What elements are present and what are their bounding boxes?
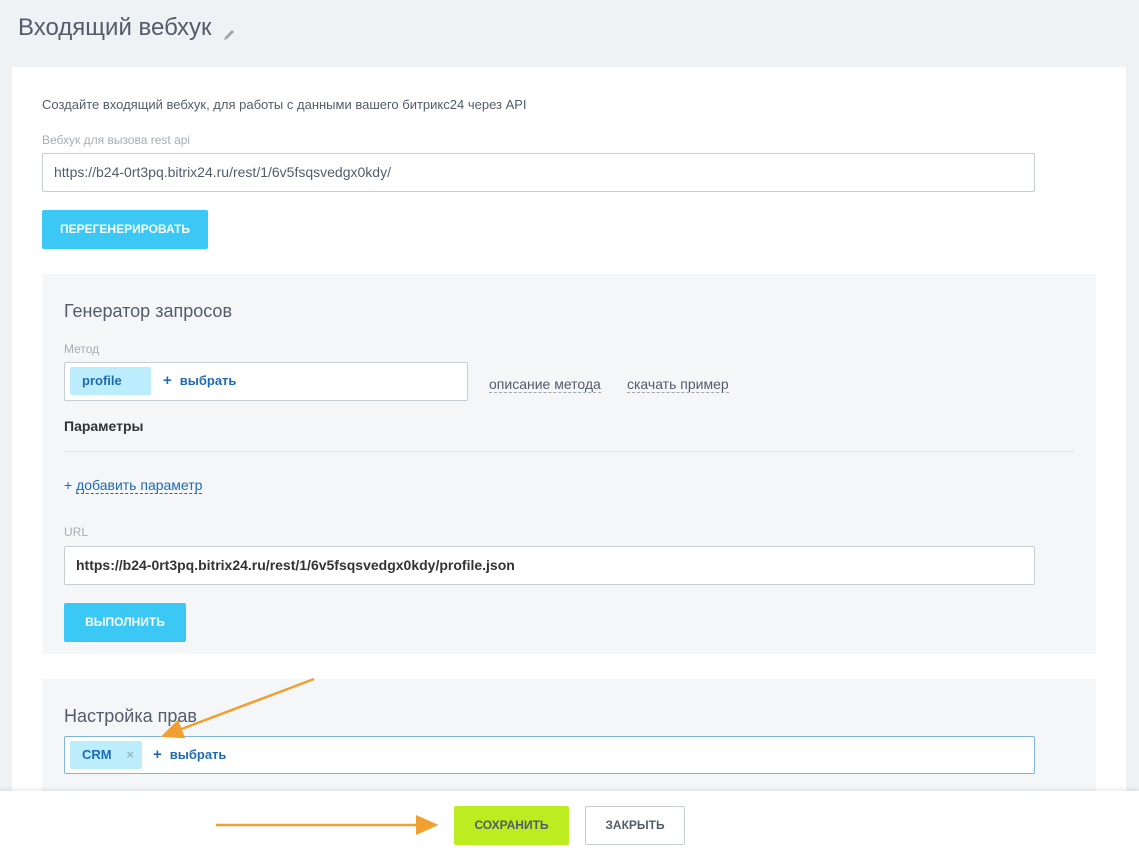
- plus-icon: +: [163, 372, 172, 389]
- request-url-input[interactable]: https://b24-0rt3pq.bitrix24.ru/rest/1/6v…: [64, 546, 1035, 585]
- rights-select-link[interactable]: + выбрать: [153, 741, 226, 769]
- request-generator-panel: Генератор запросов Метод profile + выбрат…: [42, 274, 1096, 654]
- page-title-text: Входящий вебхук: [18, 14, 212, 41]
- method-tag: profile: [70, 367, 151, 395]
- url-label: URL: [64, 525, 89, 539]
- webhook-url-input[interactable]: https://b24-0rt3pq.bitrix24.ru/rest/1/6v…: [42, 153, 1035, 192]
- plus-icon: +: [153, 746, 162, 763]
- rights-select-label: выбрать: [169, 747, 227, 762]
- download-example-link[interactable]: скачать пример: [627, 376, 729, 393]
- method-select-label: выбрать: [179, 373, 237, 388]
- close-button[interactable]: ЗАКРЫТЬ: [585, 806, 685, 845]
- method-description-link[interactable]: описание метода: [489, 376, 601, 393]
- method-select-link[interactable]: + выбрать: [163, 367, 236, 395]
- method-tag-label: profile: [82, 373, 122, 388]
- generator-title: Генератор запросов: [64, 301, 233, 321]
- regenerate-button[interactable]: ПЕРЕГЕНЕРИРОВАТЬ: [42, 210, 208, 249]
- footer-bar: СОХРАНИТЬ ЗАКРЫТЬ: [0, 791, 1139, 857]
- rights-title: Настройка прав: [64, 706, 197, 726]
- pencil-icon[interactable]: [222, 21, 236, 40]
- method-selector[interactable]: profile + выбрать: [64, 362, 468, 401]
- rights-selector[interactable]: CRM × + выбрать: [64, 736, 1035, 774]
- execute-button[interactable]: ВЫПОЛНИТЬ: [64, 603, 186, 642]
- close-icon[interactable]: ×: [126, 741, 134, 769]
- save-button[interactable]: СОХРАНИТЬ: [454, 806, 569, 845]
- intro-text: Создайте входящий вебхук, для работы с д…: [42, 97, 527, 112]
- page-title: Входящий вебхук: [18, 14, 236, 42]
- plus-icon: +: [64, 477, 73, 493]
- crm-tag-label: CRM: [82, 747, 112, 762]
- params-divider: [64, 451, 1074, 452]
- add-param-link[interactable]: + добавить параметр: [64, 477, 203, 494]
- method-label: Метод: [64, 342, 100, 356]
- crm-tag: CRM ×: [70, 741, 142, 769]
- params-title: Параметры: [64, 418, 144, 434]
- webhook-card: Создайте входящий вебхук, для работы с д…: [12, 67, 1126, 857]
- webhook-url-label: Вебхук для вызова rest api: [42, 133, 191, 147]
- add-param-label: добавить параметр: [76, 477, 203, 494]
